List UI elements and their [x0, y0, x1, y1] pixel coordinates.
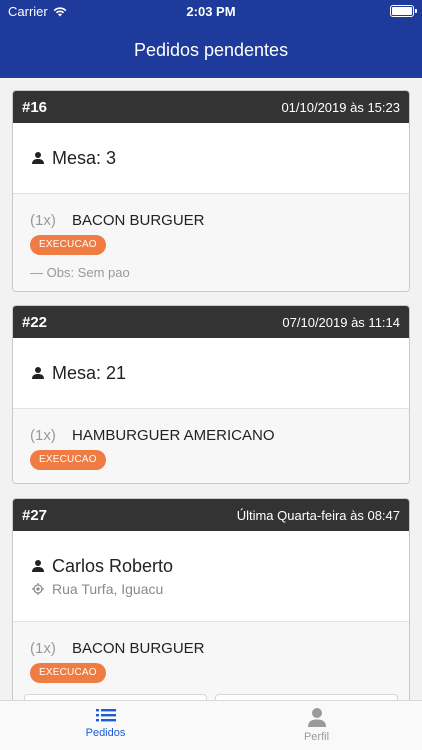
order-header: #27 Última Quarta-feira às 08:47 — [13, 499, 409, 531]
item-quantity: (1x) — [30, 639, 56, 657]
order-number: #22 — [22, 313, 48, 331]
orders-list[interactable]: #16 01/10/2019 às 15:23 Mesa: 3 (1x) BAC… — [0, 78, 422, 700]
item-quantity: (1x) — [30, 211, 56, 229]
item-name: BACON BURGUER — [72, 211, 205, 229]
order-item: (1x) BACON BURGUER — [30, 211, 392, 229]
order-item: (1x) HAMBURGUER AMERICANO — [30, 426, 392, 444]
tab-label: Pedidos — [85, 727, 126, 739]
order-number: #16 — [22, 98, 48, 116]
status-badge: EXECUCAO — [30, 450, 106, 470]
order-customer: Mesa: 21 — [52, 362, 127, 383]
location-icon — [32, 582, 44, 595]
order-item: (1x) BACON BURGUER — [30, 639, 392, 657]
order-date: Última Quarta-feira às 08:47 — [236, 507, 400, 523]
order-customer-section: Carlos Roberto Rua Turfa, Iguacu — [13, 531, 409, 622]
person-icon — [307, 708, 326, 727]
order-number: #27 — [22, 506, 48, 524]
order-address-row: Rua Turfa, Iguacu — [32, 581, 391, 597]
order-card[interactable]: #22 07/10/2019 às 11:14 Mesa: 21 (1x) HA… — [12, 305, 410, 484]
order-date: 01/10/2019 às 15:23 — [281, 99, 400, 115]
item-quantity: (1x) — [30, 426, 56, 444]
status-badge: EXECUCAO — [30, 663, 106, 683]
order-date: 07/10/2019 às 11:14 — [282, 314, 400, 330]
status-badge: EXECUCAO — [30, 235, 106, 255]
person-icon — [32, 152, 44, 164]
order-customer-section: Mesa: 21 — [13, 338, 409, 409]
person-icon — [32, 560, 44, 572]
tab-bar: Pedidos Perfil — [0, 700, 422, 750]
order-items: (1x) HAMBURGUER AMERICANO EXECUCAO — [13, 409, 409, 483]
tab-label: Perfil — [303, 731, 330, 743]
battery-icon — [390, 5, 417, 17]
order-card[interactable]: #27 Última Quarta-feira às 08:47 Carlos … — [12, 498, 410, 700]
item-observation: — Obs: Sem pao — [30, 265, 130, 280]
order-header: #22 07/10/2019 às 11:14 — [13, 306, 409, 338]
clock: 2:03 PM — [186, 4, 236, 19]
status-bar: Carrier 2:03 PM — [0, 0, 422, 22]
order-customer-section: Mesa: 3 — [13, 123, 409, 194]
tab-perfil[interactable]: Perfil — [211, 701, 422, 750]
order-customer: Mesa: 3 — [52, 147, 117, 168]
order-customer: Carlos Roberto — [52, 555, 174, 576]
order-items: (1x) BACON BURGUER EXECUCAO — Obs: Sem p… — [13, 194, 409, 291]
person-icon — [32, 367, 44, 379]
item-name: HAMBURGUER AMERICANO — [72, 426, 275, 444]
list-icon — [95, 709, 116, 722]
tab-pedidos[interactable]: Pedidos — [0, 701, 211, 750]
order-card[interactable]: #16 01/10/2019 às 15:23 Mesa: 3 (1x) BAC… — [12, 90, 410, 292]
page-title: Pedidos pendentes — [133, 39, 289, 60]
order-items: (1x) BACON BURGUER EXECUCAO — [13, 622, 409, 700]
order-header: #16 01/10/2019 às 15:23 — [13, 91, 409, 123]
order-address: Rua Turfa, Iguacu — [52, 580, 164, 597]
nav-bar: Pedidos pendentes — [0, 22, 422, 78]
item-name: BACON BURGUER — [72, 639, 205, 657]
